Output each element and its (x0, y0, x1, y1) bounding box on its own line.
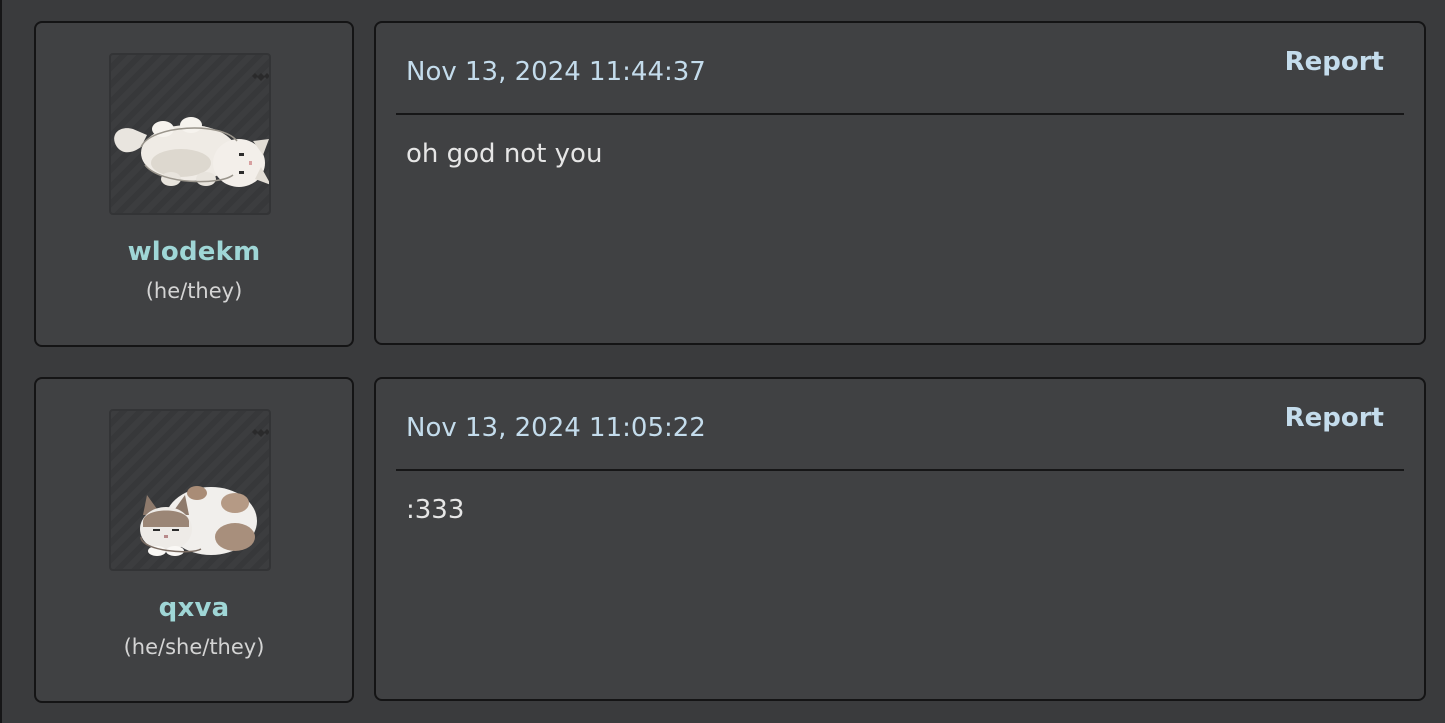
message-card: Nov 13, 2024 11:44:37 Report oh god not … (374, 21, 1426, 345)
report-button[interactable]: Report (1285, 403, 1384, 433)
user-card: qxva (he/she/they) (34, 377, 354, 703)
report-button[interactable]: Report (1285, 47, 1384, 77)
white-cat-lying-on-back-icon (114, 73, 269, 187)
divider (396, 469, 1404, 471)
username[interactable]: qxva (36, 593, 352, 623)
pronouns: (he/they) (145, 279, 243, 303)
timestamp: Nov 13, 2024 11:44:37 (406, 57, 706, 87)
avatar[interactable] (109, 409, 271, 571)
page-left-edge (0, 0, 2, 723)
avatar[interactable] (109, 53, 271, 215)
message-text: oh god not you (406, 139, 603, 169)
timestamp: Nov 13, 2024 11:05:22 (406, 413, 706, 443)
message-text: :333 (406, 495, 465, 525)
user-card: wlodekm (he/they) (34, 21, 354, 347)
calico-cat-curled-up-icon (140, 429, 269, 556)
username[interactable]: wlodekm (36, 237, 352, 267)
pronouns: (he/she/they) (123, 635, 265, 659)
divider (396, 113, 1404, 115)
message-card: Nov 13, 2024 11:05:22 Report :333 (374, 377, 1426, 701)
